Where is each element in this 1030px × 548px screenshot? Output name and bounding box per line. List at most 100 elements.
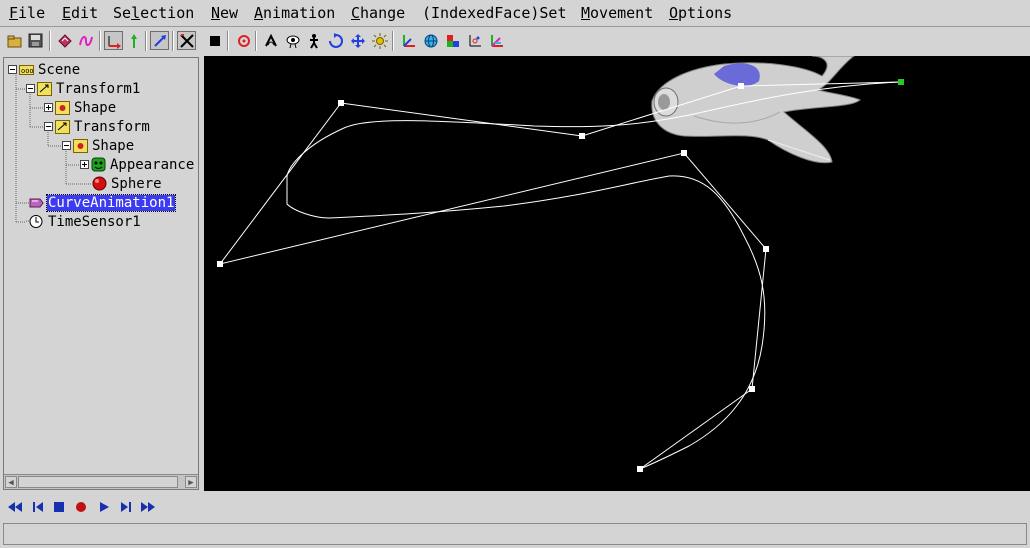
menu-edit[interactable]: Edit (62, 4, 98, 22)
eye-icon[interactable] (283, 31, 302, 50)
sun-icon[interactable] (370, 31, 389, 50)
x-axis-icon[interactable] (177, 31, 196, 50)
play-icon[interactable] (95, 499, 113, 515)
toolbar-separator (227, 31, 229, 51)
tree-node-sphere[interactable]: Sphere (92, 174, 163, 193)
shape-icon (55, 100, 70, 115)
arrow-diag-icon[interactable] (150, 31, 169, 50)
control-point[interactable] (763, 246, 769, 252)
expand-icon[interactable] (80, 160, 89, 169)
control-point[interactable] (749, 386, 755, 392)
transform-icon (55, 119, 70, 134)
rgb-axes-icon[interactable] (487, 31, 506, 50)
walk-icon[interactable] (304, 31, 323, 50)
scroll-left-icon[interactable]: ◀ (5, 476, 17, 488)
open-file-icon[interactable] (5, 31, 24, 50)
appearance-icon (91, 157, 106, 172)
clock-icon (26, 214, 44, 229)
menu-new[interactable]: New (211, 4, 238, 22)
tree-label: Appearance (110, 156, 195, 173)
color-axes-icon[interactable] (443, 31, 462, 50)
shape-icon (73, 138, 88, 153)
globe-icon[interactable] (421, 31, 440, 50)
viewport-canvas[interactable] (204, 56, 1030, 491)
step-forward-icon[interactable] (117, 499, 135, 515)
tree-label: Transform (74, 118, 150, 135)
save-file-icon[interactable] (26, 31, 45, 50)
menu-file[interactable]: File (9, 4, 45, 22)
tree-label: Shape (74, 99, 117, 116)
collapse-icon[interactable] (26, 84, 35, 93)
control-point[interactable] (738, 83, 744, 89)
lasso-icon[interactable] (261, 31, 280, 50)
tree-node-transform1[interactable]: Transform1 (26, 79, 141, 98)
move-cross-icon[interactable] (348, 31, 367, 50)
record-icon[interactable] (72, 499, 90, 515)
collapse-icon[interactable] (62, 141, 71, 150)
target-icon[interactable] (234, 31, 253, 50)
menu-options[interactable]: Options (669, 4, 732, 22)
toolbar-separator (172, 31, 174, 51)
collapse-icon[interactable] (44, 122, 53, 131)
tree-label: Sphere (111, 175, 162, 192)
menu-animation[interactable]: Animation (254, 4, 335, 22)
tree-label: Scene (38, 61, 81, 78)
scale-axes-icon[interactable] (465, 31, 484, 50)
menu-selection[interactable]: Selection (113, 4, 194, 22)
scroll-right-icon[interactable]: ▶ (185, 476, 197, 488)
active-control-point[interactable] (898, 79, 904, 85)
sphere-icon (92, 176, 107, 191)
menu-indexedfaceset[interactable]: (IndexedFace)Set (422, 4, 567, 22)
step-back-icon[interactable] (29, 499, 47, 515)
tree-label: CurveAnimation1 (45, 193, 177, 212)
cut-icon[interactable] (55, 31, 74, 50)
curve-animation-icon (26, 195, 44, 210)
menu-movement[interactable]: Movement (581, 4, 653, 22)
tree-node-curve-animation[interactable]: CurveAnimation1 (26, 193, 177, 212)
axes-icon[interactable] (399, 31, 418, 50)
toolbar (0, 28, 1030, 55)
tree-node-time-sensor[interactable]: TimeSensor1 (26, 212, 142, 231)
playback-bar (0, 493, 1030, 521)
tree-label: Shape (92, 137, 135, 154)
scene-icon: ooo (19, 62, 34, 77)
scene-tree-panel[interactable]: ooo Scene Transform1 Shape Transform Sha… (3, 57, 199, 490)
toolbar-separator (99, 31, 101, 51)
arrow-up-icon[interactable] (124, 31, 143, 50)
tree-label: Transform1 (56, 80, 141, 97)
collapse-icon[interactable] (8, 65, 17, 74)
toolbar-separator (49, 31, 51, 51)
tree-node-scene[interactable]: ooo Scene (8, 60, 81, 79)
control-point[interactable] (637, 466, 643, 472)
stop-icon[interactable] (50, 499, 68, 515)
tree-node-shape-child[interactable]: Shape (62, 136, 135, 155)
expand-icon[interactable] (44, 103, 53, 112)
rewind-icon[interactable] (6, 499, 24, 515)
svg-text:ooo: ooo (21, 67, 34, 75)
stop-square-icon[interactable] (205, 31, 224, 50)
toolbar-separator (392, 31, 394, 51)
control-point[interactable] (681, 150, 687, 156)
move-red-icon[interactable] (104, 31, 123, 50)
status-bar (3, 523, 1027, 545)
tree-node-appearance[interactable]: Appearance (80, 155, 195, 174)
scroll-thumb[interactable] (18, 476, 178, 488)
rotate-icon[interactable] (326, 31, 345, 50)
tree-horizontal-scrollbar[interactable]: ◀ ▶ (4, 474, 198, 489)
tree-node-transform[interactable]: Transform (44, 117, 151, 136)
fast-forward-icon[interactable] (139, 499, 157, 515)
menu-change[interactable]: Change (351, 4, 405, 22)
control-point[interactable] (338, 100, 344, 106)
toolbar-separator (255, 31, 257, 51)
toolbar-separator (145, 31, 147, 51)
control-point[interactable] (217, 261, 223, 267)
bird-model[interactable] (651, 56, 861, 164)
curve-icon[interactable] (76, 31, 95, 50)
control-points (217, 83, 769, 472)
tree-label: TimeSensor1 (48, 213, 141, 230)
3d-viewport[interactable] (204, 56, 1030, 491)
tree-node-shape[interactable]: Shape (44, 98, 117, 117)
transform-icon (37, 81, 52, 96)
menu-bar: File Edit Selection New Animation Change… (0, 0, 1030, 27)
control-point[interactable] (579, 133, 585, 139)
